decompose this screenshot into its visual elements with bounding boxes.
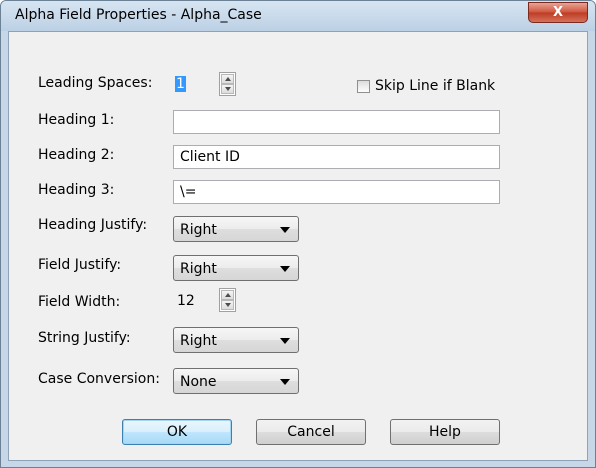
field-width-input[interactable]: 12 (175, 289, 215, 313)
field-justify-label: Field Justify: (38, 257, 122, 273)
heading-justify-select[interactable]: Right (173, 216, 299, 242)
heading2-field[interactable]: Client ID (173, 145, 500, 169)
string-justify-value: Right (180, 333, 217, 349)
leading-spaces-spinner[interactable] (219, 72, 236, 96)
field-justify-select[interactable]: Right (173, 255, 299, 281)
cancel-button[interactable]: Cancel (256, 419, 366, 445)
heading1-label: Heading 1: (38, 112, 115, 128)
heading3-label: Heading 3: (38, 182, 115, 198)
close-button[interactable]: X (528, 2, 588, 23)
spin-up-icon (225, 293, 231, 297)
field-width-value: 12 (177, 293, 195, 309)
dialog-body (8, 31, 588, 461)
heading2-label: Heading 2: (38, 147, 115, 163)
dropdown-arrow-icon (280, 379, 290, 385)
help-button[interactable]: Help (390, 419, 500, 445)
spin-up-icon (225, 77, 231, 81)
case-conversion-value: None (180, 374, 217, 390)
heading-justify-label: Heading Justify: (38, 217, 148, 233)
spin-down-button[interactable] (221, 84, 234, 94)
field-width-label: Field Width: (38, 294, 121, 310)
field-justify-value: Right (180, 261, 217, 277)
string-justify-select[interactable]: Right (173, 327, 299, 353)
skip-line-checkbox[interactable] (357, 80, 370, 93)
leading-spaces-input[interactable]: 1 (173, 72, 213, 96)
dialog-window: Alpha Field Properties - Alpha_Case X Le… (0, 0, 596, 468)
field-width-spinner[interactable] (219, 288, 236, 312)
window-title: Alpha Field Properties - Alpha_Case (15, 7, 262, 23)
ok-button[interactable]: OK (122, 419, 232, 445)
heading1-field[interactable] (173, 110, 500, 134)
skip-line-label[interactable]: Skip Line if Blank (375, 78, 495, 94)
spin-down-icon (225, 87, 231, 91)
leading-spaces-label: Leading Spaces: (38, 75, 153, 91)
case-conversion-select[interactable]: None (173, 368, 299, 394)
heading-justify-value: Right (180, 222, 217, 238)
string-justify-label: String Justify: (38, 330, 131, 346)
spin-up-button[interactable] (221, 74, 234, 84)
spin-down-button[interactable] (221, 300, 234, 310)
spin-up-button[interactable] (221, 290, 234, 300)
dropdown-arrow-icon (280, 266, 290, 272)
close-icon: X (552, 5, 564, 20)
spin-down-icon (225, 303, 231, 307)
dropdown-arrow-icon (280, 338, 290, 344)
case-conversion-label: Case Conversion: (38, 371, 160, 387)
leading-spaces-value: 1 (175, 76, 186, 92)
title-bar[interactable]: Alpha Field Properties - Alpha_Case X (1, 1, 595, 31)
heading3-field[interactable]: \= (173, 180, 500, 204)
dropdown-arrow-icon (280, 227, 290, 233)
